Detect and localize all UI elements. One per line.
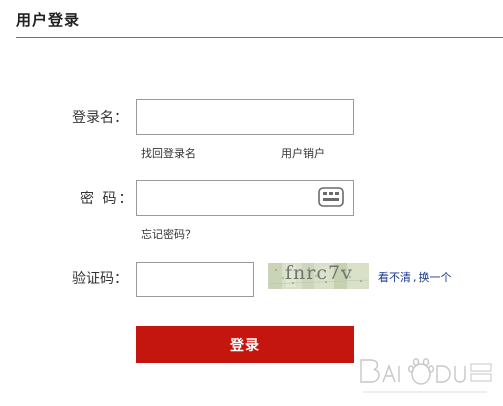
login-page: 用户登录 登录名： 找回登录名 用户销户 密 码： 忘记密码？ 验证码： fnr…	[0, 0, 503, 406]
username-input[interactable]	[136, 99, 354, 135]
password-label: 密 码：	[80, 191, 135, 207]
username-label: 登录名：	[72, 110, 128, 126]
change-captcha-link[interactable]: 换一个	[419, 271, 452, 284]
login-button[interactable]: 登录	[136, 326, 354, 363]
captcha-input[interactable]	[136, 262, 254, 297]
captcha-links-separator: ,	[413, 271, 417, 284]
find-username-link[interactable]: 找回登录名	[141, 145, 196, 161]
captcha-refresh-links: 看不清, 换一个	[378, 269, 452, 285]
baidu-watermark-logo	[360, 358, 492, 393]
captcha-text: fnrc7v	[285, 262, 353, 284]
keyboard-icon[interactable]	[318, 187, 344, 207]
cancel-account-link[interactable]: 用户销户	[281, 145, 325, 161]
header-divider	[16, 37, 503, 38]
page-title: 用户登录	[16, 11, 81, 29]
cant-see-link[interactable]: 看不清	[378, 271, 411, 284]
captcha-label: 验证码：	[72, 271, 128, 287]
forgot-password-link[interactable]: 忘记密码？	[141, 226, 196, 242]
